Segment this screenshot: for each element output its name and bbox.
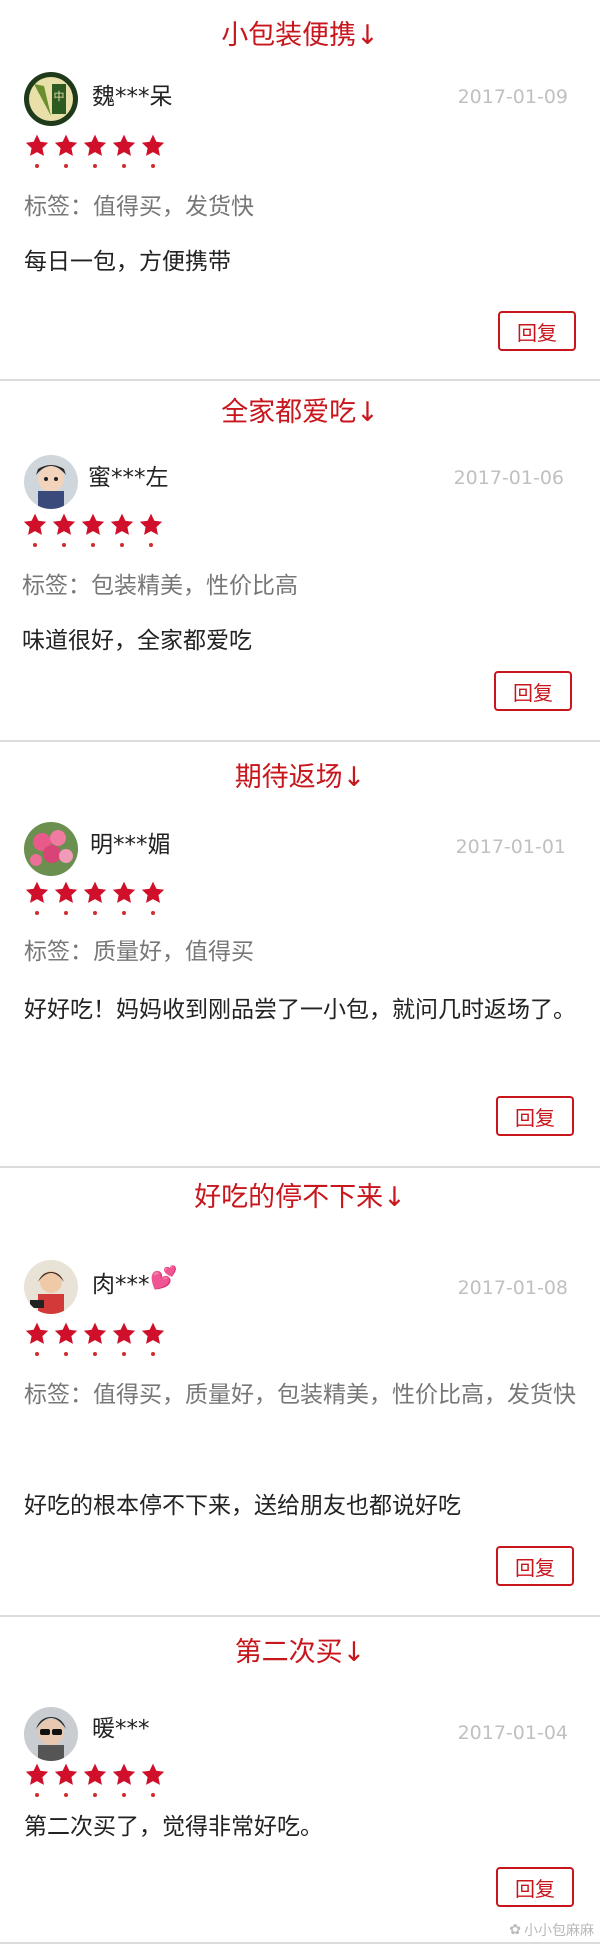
review-tags: 标签：值得买，质量好，包装精美，性价比高，发货快 (24, 1382, 576, 1408)
avatar[interactable]: 中 (24, 72, 78, 126)
star-icon (24, 1321, 50, 1361)
review-tags: 标签：质量好，值得买 (24, 939, 254, 965)
review-headline: 小包装便携↓ (221, 20, 379, 51)
star-icon (111, 1321, 137, 1361)
star-rating (24, 880, 166, 920)
star-icon (24, 133, 50, 173)
star-icon (140, 133, 166, 173)
review-headline: 好吃的停不下来↓ (194, 1182, 406, 1213)
review-headline: 第二次买↓ (234, 1637, 366, 1668)
reviewer-name: 魏***呆 (92, 84, 173, 110)
reply-button[interactable]: 回复 (494, 671, 572, 711)
star-icon (82, 133, 108, 173)
star-icon (80, 512, 106, 552)
star-icon (111, 1762, 137, 1802)
star-icon (22, 512, 48, 552)
star-icon (111, 880, 137, 920)
avatar-sunglasses-icon (24, 1707, 78, 1761)
reply-button[interactable]: 回复 (498, 311, 576, 351)
review-date: 2017-01-04 (457, 1722, 568, 1744)
star-icon (82, 880, 108, 920)
star-rating (24, 1762, 166, 1802)
review-date: 2017-01-06 (453, 467, 564, 489)
star-icon (140, 880, 166, 920)
review-content: 好吃的根本停不下来，送给朋友也都说好吃 (24, 1493, 461, 1519)
review-card: 第二次买↓ 暖*** 2017-01-04 第二次买了，觉得非常好吃。 回复 (0, 1617, 600, 1944)
review-card: 全家都爱吃↓ 蜜***左 2017-01-06 标签：包装精美，性价比高 味道很… (0, 381, 600, 740)
avatar-girl-icon (24, 1260, 78, 1314)
avatar[interactable] (24, 455, 78, 509)
reply-button[interactable]: 回复 (496, 1096, 574, 1136)
star-icon (51, 512, 77, 552)
avatar[interactable] (24, 1260, 78, 1314)
star-icon (82, 1762, 108, 1802)
review-date: 2017-01-09 (457, 86, 568, 108)
avatar-child-icon (24, 455, 78, 509)
star-icon (82, 1321, 108, 1361)
avatar[interactable] (24, 1707, 78, 1761)
star-rating (22, 512, 164, 552)
reviewer-name: 明***媚 (90, 832, 171, 858)
review-date: 2017-01-01 (455, 836, 566, 858)
reviewer-name: 蜜***左 (88, 465, 169, 491)
review-tags: 标签：值得买，发货快 (24, 194, 254, 220)
review-date: 2017-01-08 (457, 1277, 568, 1299)
svg-text:中: 中 (54, 90, 65, 103)
reply-button[interactable]: 回复 (496, 1867, 574, 1907)
avatar[interactable] (24, 822, 78, 876)
review-headline: 全家都爱吃↓ (221, 397, 379, 428)
review-headline: 期待返场↓ (234, 762, 366, 793)
review-tags: 标签：包装精美，性价比高 (22, 573, 298, 599)
star-icon (138, 512, 164, 552)
star-icon (53, 133, 79, 173)
review-content: 第二次买了，觉得非常好吃。 (24, 1814, 323, 1840)
watermark-text: 小小包麻麻 (524, 1923, 594, 1939)
star-icon (109, 512, 135, 552)
wechat-icon: ✿ (509, 1922, 521, 1938)
star-icon (53, 1762, 79, 1802)
avatar-flowers-icon (24, 822, 78, 876)
review-card: 好吃的停不下来↓ 肉*** 💕 2017-01-08 标签：值得买，质量好，包装… (0, 1168, 600, 1616)
star-icon (53, 880, 79, 920)
star-rating (24, 1321, 166, 1361)
star-icon (24, 880, 50, 920)
reviewer-name: 暖*** (92, 1716, 150, 1742)
review-card: 小包装便携↓ 中 魏***呆 2017-01-09 标签：值得买，发货快 每日一… (0, 0, 600, 380)
reply-button[interactable]: 回复 (496, 1546, 574, 1586)
star-icon (140, 1321, 166, 1361)
star-icon (24, 1762, 50, 1802)
star-icon (140, 1762, 166, 1802)
review-card: 期待返场↓ 明***媚 2017-01-01 标签：质量好，值得买 好好吃！妈妈… (0, 742, 600, 1166)
avatar-badge-icon: 中 (24, 72, 78, 126)
star-icon (111, 133, 137, 173)
watermark: ✿ 小小包麻麻 (509, 1920, 594, 1940)
star-icon (53, 1321, 79, 1361)
review-content: 好好吃！妈妈收到刚品尝了一小包，就问几时返场了。 (24, 997, 576, 1023)
review-content: 味道很好，全家都爱吃 (22, 628, 252, 654)
review-content: 每日一包，方便携带 (24, 249, 231, 275)
reviewer-name: 肉*** (92, 1272, 150, 1298)
star-rating (24, 133, 166, 173)
heart-emoji-icon: 💕 (150, 1266, 178, 1291)
